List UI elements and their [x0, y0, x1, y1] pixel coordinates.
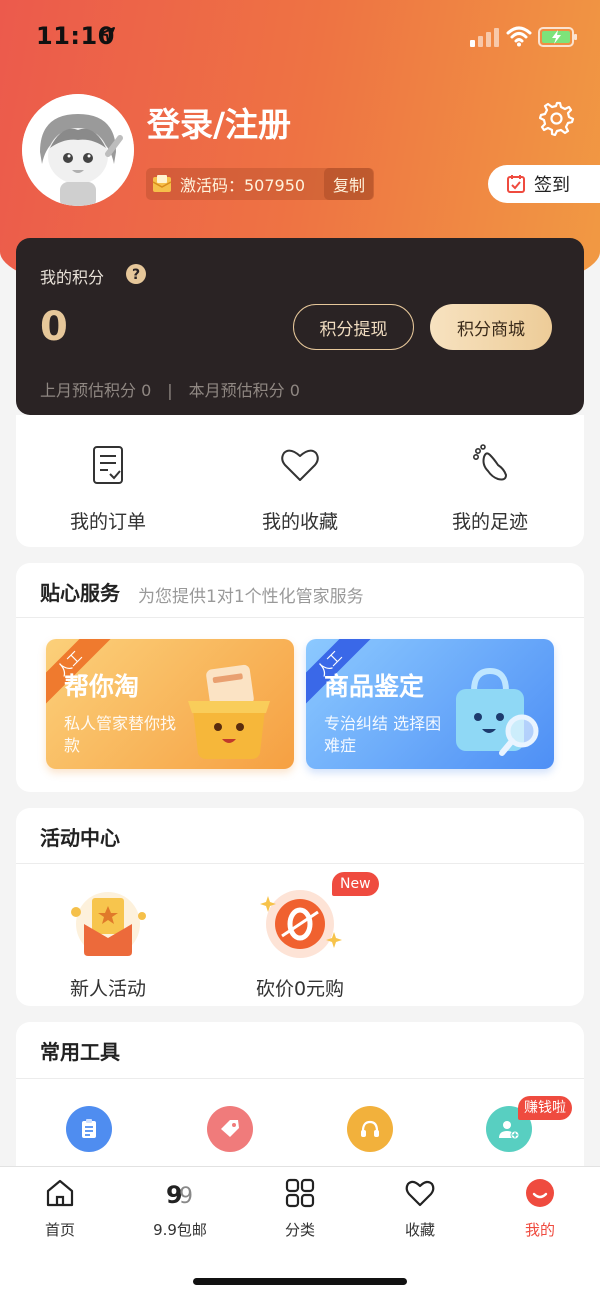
- tab-mine-label: 我的: [524, 1221, 555, 1239]
- tool-customer-service-button[interactable]: [347, 1106, 393, 1152]
- help-shop-title: 帮你淘: [64, 672, 140, 701]
- this-month-estimate: 本月预估积分 0: [188, 381, 300, 400]
- bottom-tab-bar: 首页 9 9 9.9包邮 分类 收藏 我的: [0, 1166, 600, 1299]
- newcomer-activity-link[interactable]: 新人活动: [33, 882, 183, 1002]
- tab-free-shipping[interactable]: 9 9 9.9包邮: [120, 1177, 240, 1247]
- product-appraisal-title: 商品鉴定: [324, 672, 425, 701]
- help-shop-desc: 私人管家替你找款: [64, 714, 177, 755]
- my-orders-label: 我的订单: [69, 511, 146, 533]
- tab-category[interactable]: 分类: [240, 1177, 360, 1247]
- tab-home[interactable]: 首页: [0, 1177, 120, 1247]
- smiling-box-icon: [188, 664, 270, 759]
- wifi-icon: [506, 26, 532, 47]
- newcomer-activity-label: 新人活动: [69, 978, 146, 1000]
- points-mall-button[interactable]: 积分商城: [430, 304, 552, 350]
- section-divider: [16, 617, 584, 618]
- service-subtitle: 为您提供1对1个性化管家服务: [138, 587, 364, 607]
- tab-favorites[interactable]: 收藏: [360, 1177, 480, 1247]
- heart-icon: [405, 1180, 435, 1207]
- service-title: 贴心服务: [40, 581, 120, 605]
- points-withdraw-button[interactable]: 积分提现: [293, 304, 414, 350]
- calendar-check-icon: [507, 175, 525, 193]
- my-favorites-link[interactable]: 我的收藏: [225, 415, 375, 547]
- product-appraisal-tile[interactable]: 人工 商品鉴定 专治纠结 选择困难症: [306, 639, 554, 769]
- location-arrow-icon: [99, 27, 115, 43]
- tag-icon: [221, 1120, 239, 1137]
- order-list-icon: [93, 446, 123, 484]
- nine-nine-icon: 9 9: [166, 1181, 193, 1209]
- tools-title: 常用工具: [40, 1040, 120, 1064]
- earn-money-badge: 赚钱啦: [518, 1096, 572, 1120]
- settings-gear-icon[interactable]: [539, 100, 575, 136]
- tab-home-label: 首页: [44, 1221, 75, 1239]
- last-month-estimate: 上月预估积分 0: [40, 381, 152, 400]
- add-user-icon: [499, 1121, 520, 1140]
- bargain-zero-link[interactable]: 砍价0元购: [225, 882, 375, 1002]
- status-bar: 11:10: [0, 0, 600, 72]
- my-orders-link[interactable]: 我的订单: [33, 415, 183, 547]
- signin-label: 签到: [534, 175, 570, 196]
- envelope-icon: [152, 175, 172, 192]
- activity-section: 活动中心 新人活动 砍价0元购 New: [16, 808, 584, 1006]
- estimate-separator: |: [167, 381, 173, 400]
- battery-charging-icon: [538, 27, 577, 47]
- footprint-icon: [473, 444, 508, 481]
- my-favorites-label: 我的收藏: [261, 511, 338, 533]
- my-footprints-label: 我的足迹: [451, 511, 528, 533]
- cellular-signal-icon: [470, 28, 499, 47]
- section-divider: [16, 1078, 584, 1079]
- svg-text:9: 9: [179, 1184, 193, 1209]
- section-divider: [16, 863, 584, 864]
- help-shop-tile[interactable]: 人工 帮你淘 私人管家替你找款: [46, 639, 294, 769]
- tool-coupon-button[interactable]: [207, 1106, 253, 1152]
- tab-category-label: 分类: [284, 1221, 315, 1239]
- category-grid-icon: [285, 1178, 315, 1208]
- copy-code-button[interactable]: 复制: [324, 168, 374, 200]
- avatar[interactable]: [22, 94, 134, 206]
- bargain-zero-label: 砍价0元购: [255, 978, 345, 1000]
- shopping-bag-magnifier-icon: [456, 667, 539, 756]
- product-appraisal-desc: 专治纠结 选择困难症: [324, 714, 442, 755]
- home-indicator: [193, 1278, 407, 1285]
- bargain-zero-icon: [260, 890, 342, 958]
- points-label: 我的积分: [40, 268, 105, 287]
- service-section: 贴心服务 为您提供1对1个性化管家服务 人工 帮你淘 私人管家替你找款 人工 商…: [16, 563, 584, 792]
- heart-icon: [281, 449, 319, 481]
- tab-favorites-label: 收藏: [404, 1221, 435, 1239]
- estimated-points-row: 上月预估积分 0 | 本月预估积分 0: [40, 377, 300, 401]
- new-badge: New: [332, 872, 379, 896]
- points-card: 我的积分 ? 0 积分提现 积分商城 上月预估积分 0 | 本月预估积分 0: [16, 238, 584, 415]
- profile-smile-icon: [526, 1179, 554, 1207]
- question-help-icon[interactable]: ?: [126, 264, 146, 284]
- activation-code-text: 激活码：507950: [180, 176, 306, 195]
- login-register-link[interactable]: 登录/注册: [147, 98, 291, 146]
- svg-text:?: ?: [132, 267, 140, 283]
- signin-button[interactable]: 签到: [488, 165, 600, 203]
- tab-mine[interactable]: 我的: [480, 1177, 600, 1247]
- tab-free-shipping-label: 9.9包邮: [153, 1221, 207, 1239]
- tool-clipboard-button[interactable]: [66, 1106, 112, 1152]
- home-icon: [46, 1179, 74, 1207]
- avatar-cartoon-icon: [22, 94, 134, 206]
- headset-icon: [361, 1120, 379, 1137]
- clipboard-icon: [82, 1119, 96, 1138]
- my-footprints-link[interactable]: 我的足迹: [415, 415, 565, 547]
- quick-links-card: 我的订单 我的收藏 我的足迹: [16, 415, 584, 547]
- activity-title: 活动中心: [40, 826, 120, 850]
- points-value: 0: [40, 304, 68, 350]
- gift-envelope-icon: [71, 892, 146, 956]
